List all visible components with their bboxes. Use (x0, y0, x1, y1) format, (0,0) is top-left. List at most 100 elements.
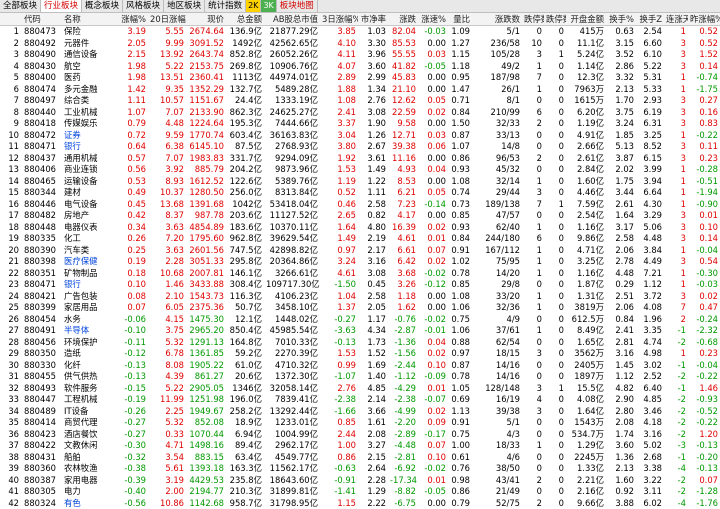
cell-consecutive-days: -1 (664, 360, 688, 372)
tab-all-boards[interactable]: 全部板块 (0, 0, 41, 12)
header-limit-down2[interactable]: 跌停数 (544, 13, 566, 26)
table-row[interactable]: 33880447工程机械-0.1911.991251.98196.0亿7839.… (0, 394, 720, 406)
tab-2k[interactable]: 2K (246, 0, 261, 12)
table-row[interactable]: 19880335化工0.267.201795.60962.8亿39629.54亿… (0, 233, 720, 245)
header-up-down-count[interactable]: 涨跌数 (472, 13, 522, 26)
header-change-20d[interactable]: 20日涨幅% (148, 13, 186, 26)
table-row[interactable]: 4880430航空1.985.222153.75269.8亿10906.76亿4… (0, 61, 720, 73)
header-row-index[interactable] (0, 13, 22, 26)
header-open-amount[interactable]: 开盘金额 (566, 13, 606, 26)
table-row[interactable]: 6880474多元金融1.429.351352.29132.7亿5489.28亿… (0, 84, 720, 96)
table-row[interactable]: 22880351矿物制品0.1810.682007.81146.1亿3266.6… (0, 268, 720, 280)
table-row[interactable]: 35880414商贸代理-0.275.32852.0818.9亿1233.01亿… (0, 417, 720, 429)
table-row[interactable]: 3880490通信设备2.1513.922643.74852.8亿26052.2… (0, 49, 720, 61)
cell-total-amount: 196.0亿 (226, 394, 264, 406)
tab-style-boards[interactable]: 风格板块 (123, 0, 164, 12)
header-volume-ratio[interactable]: 量比 (448, 13, 472, 26)
table-row[interactable]: 34880489IT设备-0.262.251949.67258.2亿13292.… (0, 406, 720, 418)
table-row[interactable]: 17880482房地产0.428.37987.78203.6亿11127.52亿… (0, 210, 720, 222)
table-row[interactable]: 8880440工业机械1.077.072133.90862.3亿24625.27… (0, 107, 720, 119)
header-prev-change[interactable]: 昨涨幅% (688, 13, 720, 26)
header-market-cap[interactable]: AB股总市值 (264, 13, 320, 26)
table-row[interactable]: 20880390汽车类0.253.632601.56747.5亿42898.82… (0, 245, 720, 257)
table-row[interactable]: 21880398医疗保健0.192.283051.33295.8亿20364.8… (0, 256, 720, 268)
table-row[interactable]: 10880472证券0.729.591770.74603.4亿36163.83亿… (0, 130, 720, 142)
table-row[interactable]: 42880324有色-0.5610.861142.68958.7亿31798.9… (0, 498, 720, 509)
tab-3k[interactable]: 3K (261, 0, 276, 12)
header-turnover[interactable]: 换手% (606, 13, 636, 26)
header-limit-down[interactable]: 跌停数 (522, 13, 544, 26)
cell-name: 多元金融 (62, 84, 114, 96)
cell-prev-change: -0.22 (688, 417, 720, 429)
cell-limit-down: 10 (522, 38, 544, 50)
cell-name: 电气设备 (62, 199, 114, 211)
cell-change-pct: 0.49 (114, 187, 148, 199)
cell-up-down-count: 32/36 (472, 302, 522, 314)
table-row[interactable]: 32880493软件服务-0.155.222905.051346亿32058.1… (0, 383, 720, 395)
table-row[interactable]: 1880473保险3.195.552674.64136.9亿21877.29亿3… (0, 26, 720, 38)
tab-concept-boards[interactable]: 概念板块 (82, 0, 123, 12)
table-row[interactable]: 39880360农林牧渔-0.385.611393.18163.3亿11562.… (0, 463, 720, 475)
table-row[interactable]: 7880497综合类1.1110.571151.6724.4亿1333.19亿1… (0, 95, 720, 107)
cell-market-cap: 9294.09亿 (264, 153, 320, 165)
cell-change-20d: 13.92 (148, 49, 186, 61)
table-row[interactable]: 29880350造纸-0.126.781361.8559.2亿2270.39亿1… (0, 348, 720, 360)
cell-code: 880390 (22, 245, 62, 257)
table-row[interactable]: 9880418传媒娱乐0.794.481224.64195.3亿7444.66亿… (0, 118, 720, 130)
header-code[interactable]: 代码 (22, 13, 62, 26)
table-row[interactable]: 40880387家用电器-0.393.194429.53235.8亿18643.… (0, 475, 720, 487)
cell-market-cap: 10906.76亿 (264, 61, 320, 73)
table-row[interactable]: 41880305电力-0.402.002194.77210.3亿31899.81… (0, 486, 720, 498)
table-row[interactable]: 23880471银行0.101.463433.88308.4亿109717.30… (0, 279, 720, 291)
header-change-3d[interactable]: 3日涨幅% (320, 13, 358, 26)
cell-change-pct: 1.07 (114, 107, 148, 119)
cell-pb-ratio: 1.52 (358, 348, 388, 360)
table-row[interactable]: 31880455供气供热-0.134.39861.2720.6亿1372.30亿… (0, 371, 720, 383)
table-row[interactable]: 12880437通用机械0.577.071983.83331.7亿9294.09… (0, 153, 720, 165)
cell-speed: 0.04 (418, 337, 448, 349)
cell-open-amount: 9.86亿 (566, 233, 606, 245)
table-row[interactable]: 24880421广告包装0.082.101543.73116.3亿4106.23… (0, 291, 720, 303)
header-total-amount[interactable]: 总金额 (226, 13, 264, 26)
table-row[interactable]: 18880448电器仪表0.343.634854.89183.6亿10370.1… (0, 222, 720, 234)
header-name[interactable]: 名称 (62, 13, 114, 26)
table-row[interactable]: 11880471银行0.646.386145.1087.5亿2768.93亿3.… (0, 141, 720, 153)
table-row[interactable]: 16880446电气设备0.4513.681391.681042亿53418.0… (0, 199, 720, 211)
table-row[interactable]: 15880344建材0.4910.371280.50256.0亿8313.84亿… (0, 187, 720, 199)
cell-turnover-z: 3.25 (636, 130, 664, 142)
table-row[interactable]: 28880456环境保护-0.115.321291.13164.8亿7010.3… (0, 337, 720, 349)
table-row[interactable]: 5880400医药1.9813.512360.411113亿44974.01亿2… (0, 72, 720, 84)
cell-volume-ratio: 0.69 (448, 394, 472, 406)
table-row[interactable]: 36880423酒店餐饮-0.270.331070.446.94亿1004.99… (0, 429, 720, 441)
table-row[interactable]: 30880330化纤-0.138.081905.2261.0亿4710.32亿0… (0, 360, 720, 372)
table-row[interactable]: 37880422文教休闲-0.304.711498.1689.4亿2962.17… (0, 440, 720, 452)
tab-industry-boards[interactable]: 行业板块 (41, 0, 82, 12)
cell-prev-change: -0.93 (688, 394, 720, 406)
table-row[interactable]: 26880454水务-0.064.151475.3012.1亿1448.02亿-… (0, 314, 720, 326)
cell-turnover: 2.58 (606, 233, 636, 245)
header-change[interactable]: 涨跌 (388, 13, 418, 26)
table-row[interactable]: 25880399家居用品0.076.052375.3650.7亿3458.10亿… (0, 302, 720, 314)
cell-change-3d: -0.91 (320, 475, 358, 487)
tab-board-map[interactable]: 板块地图 (277, 0, 318, 12)
header-speed[interactable]: 涨速% (418, 13, 448, 26)
cell-change: -2.81 (388, 452, 418, 464)
table-row[interactable]: 2880492元器件2.059.993091.521492亿42562.65亿4… (0, 38, 720, 50)
table-row[interactable]: 13880406商业连锁0.563.92885.79204.2亿9873.96亿… (0, 164, 720, 176)
table-row[interactable]: 27880491半导体-0.103.752965.20850.4亿45985.5… (0, 325, 720, 337)
cell-turnover: 2.80 (606, 406, 636, 418)
header-price[interactable]: 现价 (186, 13, 226, 26)
tab-stat-index[interactable]: 统计指数 (205, 0, 246, 12)
cell-price: 1391.68 (186, 199, 226, 211)
cell-total-amount: 6.94亿 (226, 429, 264, 441)
cell-change-pct: 0.18 (114, 268, 148, 280)
header-turnover-z[interactable]: 换手Z (636, 13, 664, 26)
table-row[interactable]: 14880465运输设备0.538.931612.52122.6亿5389.76… (0, 176, 720, 188)
cell-open-amount: 1.33亿 (566, 463, 606, 475)
header-change-pct[interactable]: 涨幅% (114, 13, 148, 26)
header-consecutive-days[interactable]: 连涨天 (664, 13, 688, 26)
table-row[interactable]: 38880431船舶-0.323.54883.1563.4亿4549.77亿0.… (0, 452, 720, 464)
header-pb-ratio[interactable]: 市净率 (358, 13, 388, 26)
cell-row-index: 29 (0, 348, 22, 360)
tab-region-boards[interactable]: 地区板块 (164, 0, 205, 12)
